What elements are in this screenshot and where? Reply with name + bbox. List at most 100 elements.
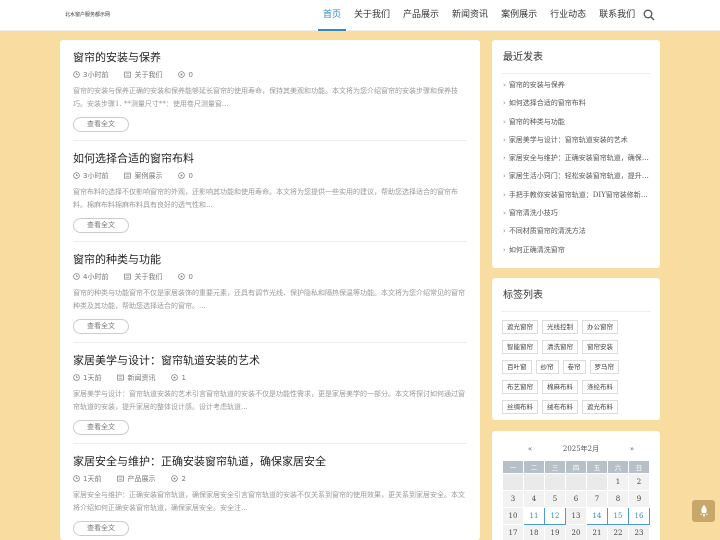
calendar-day[interactable]: 16 (628, 507, 650, 525)
recent-post-item[interactable]: › 家居美学与设计：窗帘轨道安装的艺术 (492, 131, 650, 149)
tag-item[interactable]: 遮光布料 (582, 400, 618, 414)
recent-post-link[interactable]: 家居安全与维护：正确安装窗帘轨道，确保家居安全 (509, 154, 650, 162)
recent-post-item[interactable]: ›家居生活小窍门：轻松安装窗帘轨道，提升家居品质 (492, 167, 650, 185)
nav-about[interactable]: 关于我们 (349, 0, 395, 31)
nav-industry[interactable]: 行业动态 (545, 0, 591, 31)
post-category-text[interactable]: 产品展示 (127, 474, 155, 484)
post-title[interactable]: 家居安全与维护：正确安装窗帘轨道，确保家居安全 (73, 454, 467, 469)
tag-item[interactable]: 遮光窗帘 (502, 320, 538, 334)
post-comments: 1 (171, 374, 186, 382)
post-comments: 0 (178, 273, 193, 281)
post-category[interactable]: 新闻资讯 (117, 373, 155, 383)
recent-post-link[interactable]: 窗帘清洗小技巧 (509, 209, 558, 217)
calendar-day: 17 (502, 524, 524, 540)
recent-post-link[interactable]: 不同材质窗帘的清洗方法 (509, 227, 586, 235)
recent-post-item[interactable]: › 如何选择合适的窗帘布料 (492, 94, 650, 112)
calendar-day: 6 (565, 490, 587, 508)
post-item: 窗帘的安装与保养 3小时前 关于我们 0 窗帘的安装与保养正确的安装和保养能够延长窗帘的… (60, 40, 480, 141)
post-time-text: 4小时前 (83, 272, 109, 281)
post-category[interactable]: 案例展示 (124, 171, 162, 181)
tag-item[interactable]: 罗马帘 (589, 360, 619, 374)
tag-item[interactable]: 纱帘 (535, 360, 559, 374)
calendar-day (565, 473, 587, 491)
recent-posts-widget: 最近发表 › 窗帘的安装与保养 › 如何选择合适的窗帘布料 › 窗帘的种类与功能 › 家居美学… (492, 40, 660, 268)
read-more-button[interactable]: 查看全文 (73, 117, 129, 132)
search-icon[interactable] (643, 9, 655, 21)
tag-item[interactable]: 棉麻布料 (542, 380, 578, 394)
recent-post-item[interactable]: › 窗帘的安装与保养 (492, 76, 650, 94)
tag-item[interactable]: 布艺窗帘 (502, 380, 538, 394)
chevron-right-icon: › (503, 209, 506, 218)
recent-post-item[interactable]: › 如何正确清洗窗帘 (492, 241, 650, 259)
tag-item[interactable]: 百叶窗 (502, 360, 532, 374)
calendar-day: 2 (628, 473, 650, 491)
post-title[interactable]: 如何选择合适的窗帘布料 (73, 151, 467, 166)
calendar-prev-button[interactable]: « (528, 443, 532, 455)
recent-post-item[interactable]: › 窗帘清洗小技巧 (492, 204, 650, 222)
recent-post-item[interactable]: ›家居安全与维护：正确安装窗帘轨道，确保家居安全 (492, 149, 650, 167)
tag-item[interactable]: 丝绸布料 (502, 400, 538, 414)
chevron-right-icon: › (503, 154, 506, 163)
post-category[interactable]: 产品展示 (117, 474, 155, 484)
calendar-day (586, 473, 608, 491)
post-title[interactable]: 家居美学与设计：窗帘轨道安装的艺术 (73, 353, 467, 368)
tag-item[interactable]: 窗帘安装 (582, 340, 618, 354)
tag-item[interactable]: 涤纶布料 (582, 380, 618, 394)
read-more-button[interactable]: 查看全文 (73, 420, 129, 435)
post-title[interactable]: 窗帘的安装与保养 (73, 50, 467, 65)
recent-post-item[interactable]: › 手把手教你安装窗帘轨道：DIY窗帘装修新手指南 (492, 186, 650, 204)
recent-post-item[interactable]: › 窗帘的种类与功能 (492, 113, 650, 131)
main-nav: 首页 关于我们 产品展示 新闻资讯 案例展示 行业动态 联系我们 (318, 0, 643, 31)
read-more-button[interactable]: 查看全文 (73, 521, 129, 536)
recent-post-link[interactable]: 窗帘的种类与功能 (509, 118, 565, 126)
nav-contact[interactable]: 联系我们 (594, 0, 640, 31)
tag-item[interactable]: 清洗窗帘 (542, 340, 578, 354)
recent-post-link[interactable]: 窗帘的安装与保养 (509, 81, 565, 89)
rocket-icon (699, 505, 708, 517)
site-header: 北水窗户服务都示网 首页 关于我们 产品展示 新闻资讯 案例展示 行业动态 联系… (0, 0, 720, 31)
nav-news[interactable]: 新闻资讯 (447, 0, 493, 31)
tag-item[interactable]: 绒布布料 (542, 400, 578, 414)
tag-item[interactable]: 办公窗帘 (582, 320, 618, 334)
nav-cases[interactable]: 案例展示 (496, 0, 542, 31)
nav-home[interactable]: 首页 (318, 0, 347, 31)
post-category-text[interactable]: 新闻资讯 (127, 373, 155, 383)
tag-item[interactable]: 智能窗帘 (502, 340, 538, 354)
calendar-day[interactable]: 11 (523, 507, 545, 525)
tag-item[interactable]: 卷帘 (562, 360, 586, 374)
post-time-text: 3小时前 (83, 171, 109, 180)
post-category[interactable]: 关于我们 (124, 70, 162, 80)
calendar-day: 8 (607, 490, 629, 508)
tag-item[interactable]: 光线控制 (542, 320, 578, 334)
post-time: 1天前 (73, 373, 101, 383)
calendar-day[interactable]: 12 (544, 507, 566, 525)
calendar-day[interactable]: 14 (586, 507, 608, 525)
back-to-top-button[interactable] (692, 500, 715, 522)
calendar-day[interactable]: 15 (607, 507, 629, 525)
post-title[interactable]: 窗帘的种类与功能 (73, 252, 467, 267)
post-category[interactable]: 关于我们 (124, 272, 162, 282)
recent-post-link[interactable]: 家居美学与设计：窗帘轨道安装的艺术 (509, 136, 628, 144)
post-category-text[interactable]: 案例展示 (134, 171, 162, 181)
recent-post-item[interactable]: › 不同材质窗帘的清洗方法 (492, 222, 650, 240)
recent-post-link[interactable]: 家居生活小窍门：轻松安装窗帘轨道，提升家居品质 (509, 172, 650, 180)
clock-icon (73, 71, 80, 78)
read-more-button[interactable]: 查看全文 (73, 218, 129, 233)
recent-post-link[interactable]: 手把手教你安装窗帘轨道：DIY窗帘装修新手指南 (509, 191, 650, 199)
post-category-text[interactable]: 关于我们 (134, 272, 162, 282)
calendar-week-row: 17 18 19 20 21 22 23 (502, 524, 650, 540)
calendar-day: 21 (586, 524, 608, 540)
post-comments: 0 (178, 172, 193, 180)
calendar-header: « 2025年2月 » (492, 443, 660, 455)
calendar-weekday: 六 (607, 460, 629, 474)
recent-post-link[interactable]: 如何正确清洗窗帘 (509, 246, 565, 254)
recent-post-link[interactable]: 如何选择合适的窗帘布料 (509, 99, 586, 107)
read-more-button[interactable]: 查看全文 (73, 319, 129, 334)
post-category-text[interactable]: 关于我们 (134, 70, 162, 80)
site-logo[interactable]: 北水窗户服务都示网 (65, 11, 110, 18)
post-excerpt: 窗帘的安装与保养正确的安装和保养能够延长窗帘的使用寿命，保持其美观和功能。本文将… (73, 87, 458, 108)
calendar-next-button[interactable]: » (630, 443, 634, 455)
chevron-right-icon: › (503, 117, 506, 126)
post-meta: 3小时前 关于我们 0 (73, 69, 467, 80)
nav-products[interactable]: 产品展示 (398, 0, 444, 31)
